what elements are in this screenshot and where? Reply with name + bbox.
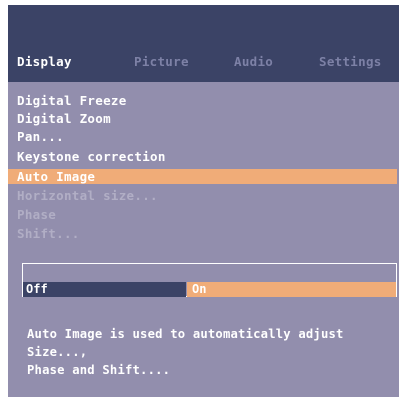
menu-item-horizontal-size: Horizontal size... — [17, 188, 158, 203]
help-text: Auto Image is used to automatically adju… — [27, 325, 397, 379]
value-selector: Off On — [22, 263, 397, 297]
option-off[interactable]: Off — [23, 282, 186, 297]
menu-item-auto-image[interactable]: Auto Image — [8, 169, 397, 184]
menu-item-keystone-correction[interactable]: Keystone correction — [8, 149, 397, 164]
menu-item-digital-zoom[interactable]: Digital Zoom — [8, 111, 397, 126]
menu-item-pan[interactable]: Pan... — [8, 129, 397, 144]
menu-title-bar — [8, 5, 399, 82]
tab-display[interactable]: Display — [17, 55, 72, 69]
help-line-1: Auto Image is used to automatically adju… — [27, 327, 344, 359]
tab-settings[interactable]: Settings — [319, 55, 382, 69]
option-on[interactable]: On — [187, 282, 396, 297]
tab-picture[interactable]: Picture — [134, 55, 189, 69]
osd-menu: Display Picture Audio Settings Digital F… — [8, 5, 399, 397]
help-line-2: Phase and Shift.... — [27, 363, 171, 377]
menu-item-shift: Shift... — [17, 226, 80, 241]
menu-item-phase: Phase — [17, 207, 57, 222]
menu-item-digital-freeze[interactable]: Digital Freeze — [8, 93, 397, 108]
tab-audio[interactable]: Audio — [234, 55, 273, 69]
